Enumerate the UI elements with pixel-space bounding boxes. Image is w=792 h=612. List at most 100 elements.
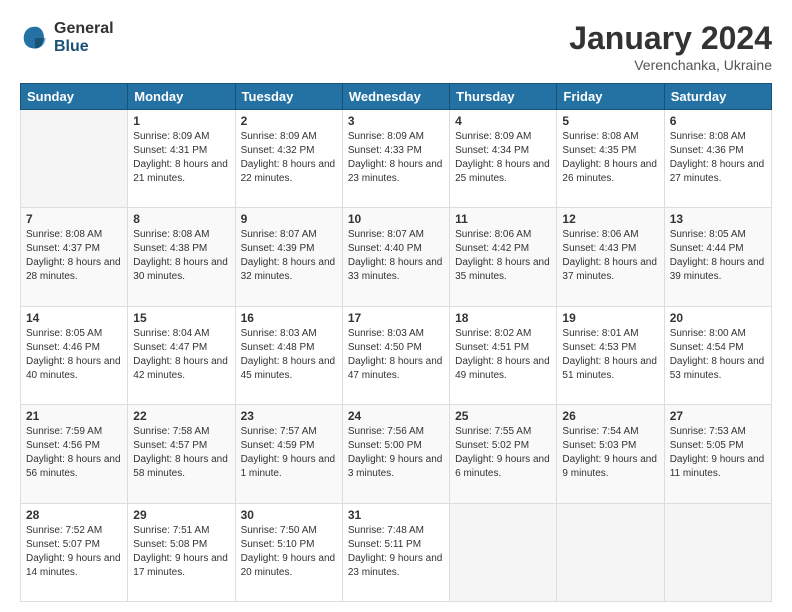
table-cell: 9 Sunrise: 8:07 AMSunset: 4:39 PMDaylight… bbox=[235, 208, 342, 306]
header-tuesday: Tuesday bbox=[235, 84, 342, 110]
day-number: 3 bbox=[348, 114, 444, 128]
header: General Blue January 2024 Verenchanka, U… bbox=[20, 20, 772, 73]
day-info: Sunrise: 8:08 AMSunset: 4:38 PMDaylight:… bbox=[133, 228, 229, 284]
table-cell bbox=[557, 503, 664, 601]
table-cell: 21 Sunrise: 7:59 AMSunset: 4:56 PMDayligh… bbox=[21, 405, 128, 503]
table-cell: 30 Sunrise: 7:50 AMSunset: 5:10 PMDayligh… bbox=[235, 503, 342, 601]
day-info: Sunrise: 8:05 AMSunset: 4:44 PMDaylight:… bbox=[670, 228, 766, 284]
day-number: 8 bbox=[133, 212, 229, 226]
day-info: Sunrise: 8:07 AMSunset: 4:39 PMDaylight:… bbox=[241, 228, 337, 284]
logo-icon bbox=[20, 23, 50, 53]
table-cell: 19 Sunrise: 8:01 AMSunset: 4:53 PMDayligh… bbox=[557, 306, 664, 404]
day-info: Sunrise: 8:02 AMSunset: 4:51 PMDaylight:… bbox=[455, 327, 551, 383]
day-info: Sunrise: 8:09 AMSunset: 4:34 PMDaylight:… bbox=[455, 130, 551, 186]
day-number: 1 bbox=[133, 114, 229, 128]
table-cell: 27 Sunrise: 7:53 AMSunset: 5:05 PMDayligh… bbox=[664, 405, 771, 503]
day-number: 5 bbox=[562, 114, 658, 128]
table-cell bbox=[21, 110, 128, 208]
day-number: 24 bbox=[348, 409, 444, 423]
day-info: Sunrise: 7:48 AMSunset: 5:11 PMDaylight:… bbox=[348, 524, 444, 580]
day-info: Sunrise: 8:03 AMSunset: 4:48 PMDaylight:… bbox=[241, 327, 337, 383]
day-info: Sunrise: 8:03 AMSunset: 4:50 PMDaylight:… bbox=[348, 327, 444, 383]
table-cell bbox=[664, 503, 771, 601]
day-number: 29 bbox=[133, 508, 229, 522]
table-cell: 16Sunrise: 8:03 AMSunset: 4:48 PMDayligh… bbox=[235, 306, 342, 404]
day-number: 20 bbox=[670, 311, 766, 325]
day-number: 21 bbox=[26, 409, 122, 423]
table-cell: 8 Sunrise: 8:08 AMSunset: 4:38 PMDaylight… bbox=[128, 208, 235, 306]
day-number: 31 bbox=[348, 508, 444, 522]
title-block: January 2024 Verenchanka, Ukraine bbox=[569, 20, 772, 73]
day-info: Sunrise: 8:06 AMSunset: 4:42 PMDaylight:… bbox=[455, 228, 551, 284]
day-info: Sunrise: 7:56 AMSunset: 5:00 PMDaylight:… bbox=[348, 425, 444, 481]
table-cell: 2 Sunrise: 8:09 AMSunset: 4:32 PMDaylight… bbox=[235, 110, 342, 208]
sub-title: Verenchanka, Ukraine bbox=[569, 57, 772, 73]
table-cell: 11 Sunrise: 8:06 AMSunset: 4:42 PMDayligh… bbox=[450, 208, 557, 306]
header-friday: Friday bbox=[557, 84, 664, 110]
header-sunday: Sunday bbox=[21, 84, 128, 110]
day-number: 11 bbox=[455, 212, 551, 226]
day-number: 10 bbox=[348, 212, 444, 226]
header-saturday: Saturday bbox=[664, 84, 771, 110]
table-cell bbox=[450, 503, 557, 601]
day-number: 12 bbox=[562, 212, 658, 226]
day-number: 30 bbox=[241, 508, 337, 522]
table-cell: 7Sunrise: 8:08 AMSunset: 4:37 PMDaylight… bbox=[21, 208, 128, 306]
day-info: Sunrise: 8:08 AMSunset: 4:36 PMDaylight:… bbox=[670, 130, 766, 186]
day-info: Sunrise: 8:00 AMSunset: 4:54 PMDaylight:… bbox=[670, 327, 766, 383]
day-number: 19 bbox=[562, 311, 658, 325]
day-info: Sunrise: 8:09 AMSunset: 4:33 PMDaylight:… bbox=[348, 130, 444, 186]
day-info: Sunrise: 7:52 AMSunset: 5:07 PMDaylight:… bbox=[26, 524, 122, 580]
calendar-header-row: Sunday Monday Tuesday Wednesday Thursday… bbox=[21, 84, 772, 110]
day-info: Sunrise: 8:08 AMSunset: 4:37 PMDaylight:… bbox=[26, 228, 122, 284]
main-title: January 2024 bbox=[569, 20, 772, 57]
table-cell: 13Sunrise: 8:05 AMSunset: 4:44 PMDayligh… bbox=[664, 208, 771, 306]
day-number: 6 bbox=[670, 114, 766, 128]
week-row-5: 28 Sunrise: 7:52 AMSunset: 5:07 PMDayligh… bbox=[21, 503, 772, 601]
day-info: Sunrise: 8:07 AMSunset: 4:40 PMDaylight:… bbox=[348, 228, 444, 284]
table-cell: 22Sunrise: 7:58 AMSunset: 4:57 PMDayligh… bbox=[128, 405, 235, 503]
table-cell: 17 Sunrise: 8:03 AMSunset: 4:50 PMDayligh… bbox=[342, 306, 449, 404]
table-cell: 14 Sunrise: 8:05 AMSunset: 4:46 PMDayligh… bbox=[21, 306, 128, 404]
day-info: Sunrise: 8:01 AMSunset: 4:53 PMDaylight:… bbox=[562, 327, 658, 383]
day-number: 22 bbox=[133, 409, 229, 423]
day-info: Sunrise: 7:55 AMSunset: 5:02 PMDaylight:… bbox=[455, 425, 551, 481]
page: General Blue January 2024 Verenchanka, U… bbox=[0, 0, 792, 612]
day-number: 2 bbox=[241, 114, 337, 128]
day-number: 4 bbox=[455, 114, 551, 128]
day-number: 25 bbox=[455, 409, 551, 423]
table-cell: 18Sunrise: 8:02 AMSunset: 4:51 PMDayligh… bbox=[450, 306, 557, 404]
week-row-2: 7Sunrise: 8:08 AMSunset: 4:37 PMDaylight… bbox=[21, 208, 772, 306]
table-cell: 26Sunrise: 7:54 AMSunset: 5:03 PMDayligh… bbox=[557, 405, 664, 503]
day-number: 27 bbox=[670, 409, 766, 423]
week-row-4: 21 Sunrise: 7:59 AMSunset: 4:56 PMDayligh… bbox=[21, 405, 772, 503]
logo-general-text: General bbox=[54, 20, 114, 38]
table-cell: 12Sunrise: 8:06 AMSunset: 4:43 PMDayligh… bbox=[557, 208, 664, 306]
week-row-1: 1Sunrise: 8:09 AMSunset: 4:31 PMDaylight… bbox=[21, 110, 772, 208]
table-cell: 31 Sunrise: 7:48 AMSunset: 5:11 PMDayligh… bbox=[342, 503, 449, 601]
day-info: Sunrise: 7:50 AMSunset: 5:10 PMDaylight:… bbox=[241, 524, 337, 580]
table-cell: 10 Sunrise: 8:07 AMSunset: 4:40 PMDayligh… bbox=[342, 208, 449, 306]
table-cell: 3 Sunrise: 8:09 AMSunset: 4:33 PMDaylight… bbox=[342, 110, 449, 208]
day-number: 23 bbox=[241, 409, 337, 423]
day-number: 17 bbox=[348, 311, 444, 325]
week-row-3: 14 Sunrise: 8:05 AMSunset: 4:46 PMDayligh… bbox=[21, 306, 772, 404]
logo-blue-text: Blue bbox=[54, 38, 114, 56]
day-number: 26 bbox=[562, 409, 658, 423]
day-info: Sunrise: 7:53 AMSunset: 5:05 PMDaylight:… bbox=[670, 425, 766, 481]
table-cell: 29 Sunrise: 7:51 AMSunset: 5:08 PMDayligh… bbox=[128, 503, 235, 601]
table-cell: 15Sunrise: 8:04 AMSunset: 4:47 PMDayligh… bbox=[128, 306, 235, 404]
day-info: Sunrise: 7:51 AMSunset: 5:08 PMDaylight:… bbox=[133, 524, 229, 580]
day-info: Sunrise: 8:05 AMSunset: 4:46 PMDaylight:… bbox=[26, 327, 122, 383]
day-info: Sunrise: 7:57 AMSunset: 4:59 PMDaylight:… bbox=[241, 425, 337, 481]
header-wednesday: Wednesday bbox=[342, 84, 449, 110]
header-monday: Monday bbox=[128, 84, 235, 110]
day-info: Sunrise: 7:59 AMSunset: 4:56 PMDaylight:… bbox=[26, 425, 122, 481]
logo: General Blue bbox=[20, 20, 114, 55]
day-number: 28 bbox=[26, 508, 122, 522]
day-number: 14 bbox=[26, 311, 122, 325]
table-cell: 4 Sunrise: 8:09 AMSunset: 4:34 PMDaylight… bbox=[450, 110, 557, 208]
day-info: Sunrise: 8:09 AMSunset: 4:32 PMDaylight:… bbox=[241, 130, 337, 186]
day-number: 9 bbox=[241, 212, 337, 226]
header-thursday: Thursday bbox=[450, 84, 557, 110]
